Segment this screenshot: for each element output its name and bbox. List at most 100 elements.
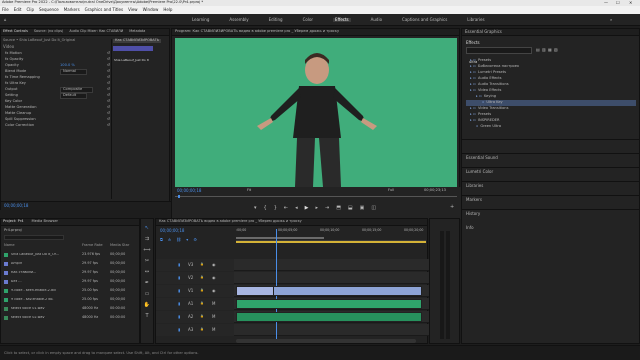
- effect-row[interactable]: Color Correction ↺: [5, 123, 110, 129]
- playhead[interactable]: [276, 229, 277, 339]
- effect-value[interactable]: Default: [60, 93, 88, 99]
- program-video[interactable]: [175, 38, 457, 187]
- timeline-settings-icon[interactable]: ⚙: [193, 237, 197, 242]
- step-forward-icon[interactable]: ▸: [315, 205, 318, 211]
- out-point-icon[interactable]: }: [274, 205, 277, 211]
- slip-tool-icon[interactable]: ↔: [145, 269, 149, 275]
- workspace-captions-and-graphics[interactable]: Captions and Graphics: [402, 18, 447, 22]
- ripple-edit-tool-icon[interactable]: ⟺: [143, 247, 150, 253]
- collapsed-panel-info[interactable]: Info: [462, 209, 640, 230]
- source-tab[interactable]: Metadata: [129, 29, 145, 33]
- maximize-button[interactable]: ☐: [616, 1, 620, 5]
- work-area-bar[interactable]: [236, 237, 324, 239]
- track-target-icon[interactable]: ▮: [178, 289, 180, 293]
- menu-item-clip[interactable]: Clip: [26, 8, 34, 12]
- track-target-icon[interactable]: ▮: [178, 328, 180, 332]
- menu-item-edit[interactable]: Edit: [14, 8, 22, 12]
- source-tab[interactable]: Effect Controls: [3, 29, 28, 33]
- collapsed-panel-markers[interactable]: Markers: [462, 181, 640, 202]
- yuv-icon[interactable]: ▧: [554, 48, 558, 52]
- effect-controls-timecode[interactable]: 00;00;00;18: [4, 204, 28, 208]
- rectangle-tool-icon[interactable]: ▭: [145, 291, 150, 297]
- reset-icon[interactable]: ↺: [107, 100, 110, 104]
- add-marker-icon[interactable]: ▾: [186, 237, 188, 242]
- lift-icon[interactable]: ⬒: [336, 205, 341, 211]
- linked-selection-icon[interactable]: ⛓: [176, 237, 181, 242]
- effect-value[interactable]: 100.0 %: [60, 64, 75, 68]
- track-target-icon[interactable]: ▮: [178, 263, 180, 267]
- eye-icon[interactable]: ◉: [212, 289, 216, 293]
- reset-icon[interactable]: ↺: [107, 118, 110, 122]
- search-icon[interactable]: ⌕: [610, 18, 612, 22]
- timeline-tab[interactable]: Как СТАВИЛИЗИРОВАТЬ видео в adobe premie…: [159, 220, 302, 224]
- export-frame-icon[interactable]: ▣: [360, 205, 365, 211]
- menu-item-window[interactable]: Window: [143, 8, 159, 12]
- reset-icon[interactable]: ↺: [107, 76, 110, 80]
- lock-icon[interactable]: 🔒: [200, 276, 204, 279]
- track-header[interactable]: ▮ A3 🔒 M: [156, 324, 234, 336]
- clip-chip[interactable]: Shia LaBeouf_Just Do It: [113, 46, 153, 62]
- in-point-icon[interactable]: {: [264, 205, 267, 211]
- effect-value[interactable]: Composite: [60, 87, 94, 93]
- clip-audio-a2[interactable]: [236, 312, 422, 322]
- track-header[interactable]: ▮ V3 🔒 ◉: [156, 259, 234, 271]
- selection-tool-icon[interactable]: ↖: [145, 225, 149, 231]
- play-icon[interactable]: ▶: [305, 205, 309, 211]
- clip-audio-a1[interactable]: Shia LaBeouf_Just Do It: [236, 299, 422, 316]
- reset-icon[interactable]: ↺: [107, 52, 110, 56]
- go-to-out-icon[interactable]: ⇥: [325, 205, 329, 211]
- workspace-effects[interactable]: Effects: [333, 18, 351, 22]
- home-icon[interactable]: ⌂: [4, 18, 7, 22]
- project-column-header[interactable]: Name: [4, 243, 82, 248]
- reset-icon[interactable]: ↺: [107, 58, 110, 62]
- project-item[interactable]: 9 code - sav.enable.2 do. 25.00 fps 00;00;…: [4, 295, 138, 304]
- workspace-audio[interactable]: Audio: [371, 18, 382, 22]
- track-header[interactable]: ▮ V1 🔒 ◉: [156, 285, 234, 297]
- project-tab[interactable]: Project: Pr4: [3, 220, 24, 224]
- go-to-in-icon[interactable]: ⇤: [284, 205, 288, 211]
- timeline-timecode[interactable]: 00;00;00;18: [160, 229, 184, 233]
- playhead-marker[interactable]: [178, 195, 180, 198]
- collapsed-panel-history[interactable]: History: [462, 195, 640, 216]
- pen-tool-icon[interactable]: ✒: [145, 280, 149, 286]
- eye-icon[interactable]: ◉: [212, 263, 216, 267]
- project-tab[interactable]: Media Browser: [32, 220, 59, 224]
- menu-item-file[interactable]: File: [2, 8, 9, 12]
- snap-icon[interactable]: ⋔: [168, 237, 171, 242]
- effect-tree-item[interactable]: ▫ Green Ultra: [466, 124, 636, 130]
- reset-icon[interactable]: ↺: [107, 82, 110, 86]
- lock-icon[interactable]: 🔒: [200, 328, 204, 331]
- program-timecode[interactable]: 00;00;00;18: [177, 189, 201, 193]
- minimize-button[interactable]: —: [604, 1, 608, 5]
- effects-tab[interactable]: Effects: [466, 41, 480, 45]
- clip-video-v1-head[interactable]: Shia LaBeouf_Just Do It: [236, 286, 274, 303]
- project-item[interactable]: Shia LaBeouf_Just Do It_Or... 23.976 fps 0…: [4, 250, 138, 259]
- time-ruler[interactable]: :00;00 00;00;05;00 00;00;10;00 00;00;15;00 0…: [236, 228, 426, 241]
- source-tab[interactable]: Source: (no clips): [34, 29, 63, 33]
- reset-icon[interactable]: ↺: [107, 106, 110, 110]
- effect-value[interactable]: Normal: [60, 69, 88, 75]
- source-tab[interactable]: Audio Clip Mixer: Как СТАВИЛИ: [69, 29, 123, 33]
- eye-icon[interactable]: ◉: [212, 276, 216, 280]
- reset-icon[interactable]: ↺: [107, 64, 110, 68]
- essential-graphics-tab[interactable]: Essential Graphics: [465, 30, 502, 34]
- collapsed-panel-essential-sound[interactable]: Essential Sound: [462, 139, 640, 160]
- lock-icon[interactable]: 🔒: [200, 302, 204, 305]
- project-item[interactable]: select voice 01.wav 48000 Hz 00:00:00: [4, 304, 138, 313]
- lock-icon[interactable]: 🔒: [200, 289, 204, 292]
- project-item[interactable]: 9.code - seen.enable-2.dlv 25.00 fps 00;00…: [4, 286, 138, 295]
- reset-icon[interactable]: ↺: [107, 94, 110, 98]
- track-target-icon[interactable]: ▮: [178, 315, 180, 319]
- track-select-tool-icon[interactable]: ⇉: [145, 236, 149, 242]
- track-target-icon[interactable]: ▮: [178, 276, 180, 280]
- menu-item-graphics-and-titles[interactable]: Graphics and Titles: [85, 8, 123, 12]
- new-bin-icon[interactable]: ▤: [536, 48, 540, 52]
- close-button[interactable]: ✕: [629, 1, 632, 5]
- timeline-scrollbar[interactable]: [236, 339, 416, 343]
- add-button-icon[interactable]: +: [450, 205, 454, 210]
- project-column-header[interactable]: Media Star: [110, 243, 138, 248]
- menu-item-markers[interactable]: Markers: [64, 8, 80, 12]
- comparison-view-icon[interactable]: ◫: [371, 205, 376, 211]
- project-item[interactable]: Без ... 29.97 fps 00;00;00: [4, 277, 138, 286]
- project-item[interactable]: Как ставили... 29.97 fps 00;00;00: [4, 268, 138, 277]
